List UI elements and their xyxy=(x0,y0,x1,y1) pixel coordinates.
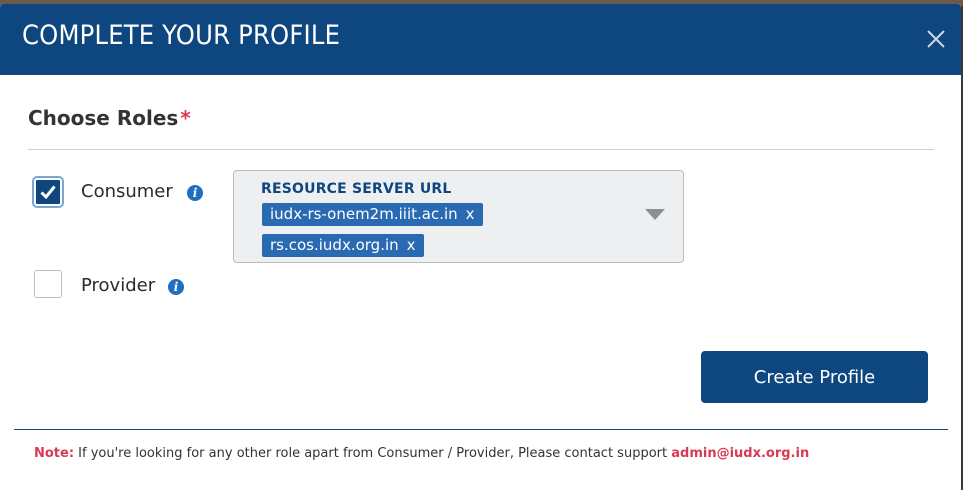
chip-text: rs.cos.iudx.org.in xyxy=(270,236,399,254)
section-divider xyxy=(28,149,934,150)
choose-roles-title: Choose Roles * xyxy=(28,106,191,130)
consumer-label: Consumer xyxy=(81,181,173,202)
close-icon xyxy=(927,30,945,48)
provider-checkbox[interactable] xyxy=(34,270,62,298)
support-note: Note: If you're looking for any other ro… xyxy=(34,446,809,461)
resource-server-chip: rs.cos.iudx.org.in x xyxy=(262,234,424,257)
resource-server-chip: iudx-rs-onem2m.iiit.ac.in x xyxy=(262,203,483,226)
resource-server-select[interactable]: RESOURCE SERVER URL iudx-rs-onem2m.iiit.… xyxy=(233,170,684,263)
footer-divider xyxy=(14,429,948,430)
choose-roles-label: Choose Roles xyxy=(28,106,179,130)
consumer-info-icon[interactable]: i xyxy=(187,185,203,201)
checkmark-icon xyxy=(40,185,56,199)
create-profile-button[interactable]: Create Profile xyxy=(701,351,928,403)
required-mark: * xyxy=(180,106,191,130)
modal-title: COMPLETE YOUR PROFILE xyxy=(22,20,341,51)
dropdown-arrow-icon[interactable] xyxy=(645,209,665,220)
support-email-link[interactable]: admin@iudx.org.in xyxy=(671,446,809,461)
consumer-checkbox[interactable] xyxy=(34,178,62,206)
modal-header: COMPLETE YOUR PROFILE xyxy=(0,4,961,75)
note-label: Note: xyxy=(34,446,75,461)
chip-remove-button[interactable]: x xyxy=(407,236,416,254)
note-text: If you're looking for any other role apa… xyxy=(74,446,672,461)
close-button[interactable] xyxy=(925,28,947,50)
chip-text: iudx-rs-onem2m.iiit.ac.in xyxy=(270,205,458,223)
provider-info-icon[interactable]: i xyxy=(168,279,184,295)
profile-modal: COMPLETE YOUR PROFILE Choose Roles * Cons… xyxy=(0,4,961,490)
provider-label: Provider xyxy=(81,275,156,296)
chip-remove-button[interactable]: x xyxy=(466,205,475,223)
resource-server-label: RESOURCE SERVER URL xyxy=(261,181,452,197)
